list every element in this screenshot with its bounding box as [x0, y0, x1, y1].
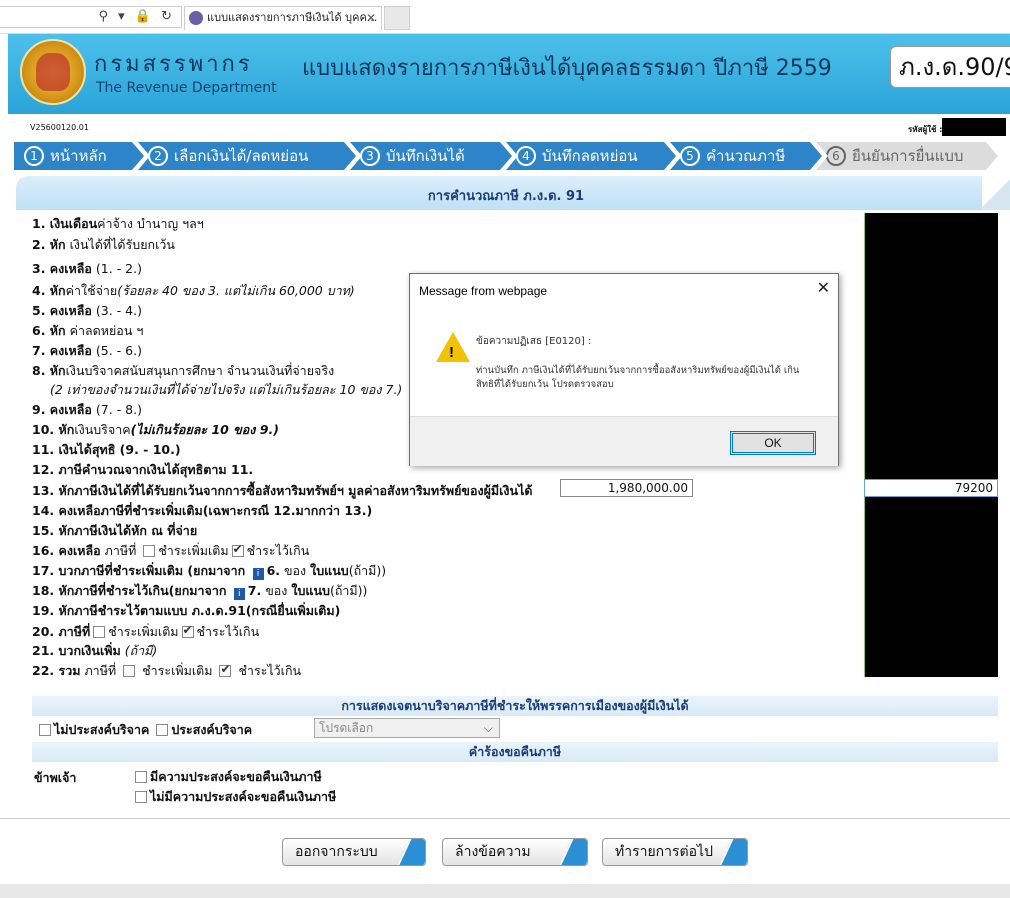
logout-button[interactable]: ออกจากระบบ	[282, 838, 426, 866]
item-22: 22. รวม ภาษีที่ ชำระเพิ่มเติม ชำระไว้เกิ…	[32, 661, 301, 681]
user-id-label: รหัสผู้ใช้ :	[908, 125, 943, 134]
form-code: ภ.ง.ด.90/9	[890, 46, 1010, 88]
info-icon[interactable]: i	[233, 588, 245, 600]
refund-label: ข้าพเจ้า	[34, 770, 77, 785]
step-navigation: 1 หน้าหลัก 2 เลือกเงินได้/ลดหย่อน 3 บันทึกเ…	[14, 142, 998, 170]
dialog-close-icon[interactable]: ✕	[817, 278, 830, 297]
item-16-additional-checkbox[interactable]	[143, 545, 156, 557]
item-18: 18. หักภาษีที่ชำระไว้เกิน(ยกมาจาก i 7. ขอ…	[32, 583, 368, 600]
department-name-thai: กรมสรรพากร	[94, 52, 253, 77]
form-title: แบบแสดงรายการภาษีเงินได้บุคคลธรรมดา ปีภา…	[302, 56, 832, 81]
item-19: 19. หักภาษีชำระไว้ตามแบบ ภ.ง.ด.91(กรณียื…	[32, 603, 341, 618]
page-fold-decoration	[982, 176, 1010, 210]
party-select[interactable]: โปรดเลือก ⌵	[314, 718, 500, 738]
item-13: 13. หักภาษีเงินได้ที่ได้รับยกเว้นจากการซ…	[32, 483, 533, 498]
step-home[interactable]: 1 หน้าหลัก	[14, 142, 144, 170]
item-6: 6. หัก ค่าลดหย่อน ฯ	[32, 323, 144, 338]
item-15: 15. หักภาษีเงินได้หัก ณ ที่จ่าย	[32, 523, 198, 538]
item-11: 11. เงินได้สุทธิ (9. - 10.)	[32, 442, 181, 457]
dialog-body: ! ข้อความปฏิเสธ [E0120] : ท่านบันทึก ภาษ…	[410, 308, 838, 416]
item-8: 8. หักเงินบริจาคสนับสนุนการศึกษา จำนวนเง…	[32, 363, 335, 378]
donate-label: ประสงค์บริจาค	[171, 722, 253, 737]
dialog-message: ท่านบันทึก ภาษีเงินได้ที่ได้รับยกเว้นจาก…	[476, 365, 800, 390]
item-17: 17. บวกภาษีที่ชำระเพิ่มเติม (ยกมาจาก i 6.…	[32, 563, 387, 580]
refund-yes-option[interactable]: มีความประสงค์จะขอคืนเงินภาษี	[132, 767, 322, 787]
item-13-value-field[interactable]: 79200	[864, 479, 998, 497]
item-4: 4. หักค่าใช้จ่าย(ร้อยละ 40 ของ 3. แต่ไม่…	[32, 283, 355, 298]
item-1: 1. เงินเดือนค่าจ้าง บำนาญ ฯลฯ	[32, 216, 204, 231]
refund-no-checkbox[interactable]	[135, 791, 147, 803]
item-20-additional-checkbox[interactable]	[93, 626, 106, 638]
footer-strip	[0, 884, 1010, 898]
item-20: 20. ภาษีที่ชำระเพิ่มเติมชำระไว้เกิน	[32, 622, 259, 642]
donate-checkbox[interactable]	[156, 724, 169, 736]
item-8-note: (2 เท่าของจำนวนเงินที่ได้จ่ายไปจริง แต่ไ…	[50, 382, 403, 397]
item-2: 2. หัก เงินได้ที่ได้รับยกเว้น	[32, 237, 175, 252]
refund-no-option[interactable]: ไม่มีความประสงค์จะขอคืนเงินภาษี	[132, 787, 336, 807]
item-20-overpaid-checkbox[interactable]	[181, 623, 194, 638]
no-donate-checkbox[interactable]	[39, 724, 51, 736]
item-22-additional-checkbox[interactable]	[123, 665, 136, 677]
item-16-overpaid-checkbox[interactable]	[231, 542, 244, 557]
section-title: การคำนวณภาษี ภ.ง.ด. 91	[427, 189, 585, 204]
donation-section-title: การแสดงเจตนาบริจาคภาษีที่ชำระให้พรรคการเ…	[32, 696, 998, 716]
dialog-ok-button[interactable]: OK	[730, 431, 816, 455]
warning-mark: !	[449, 344, 454, 361]
refund-section-title: คำร้องขอคืนภาษี	[32, 742, 998, 762]
donation-options: ไม่ประสงค์บริจาค ประสงค์บริจาค	[36, 720, 252, 740]
browser-chrome: ⚲ ▾ 🔒 ↻ แบบแสดงรายการภาษีเงินได้ บุคค...…	[0, 0, 1010, 34]
item-21: 21. บวกเงินเพิ่ม (ถ้ามี)	[32, 643, 158, 658]
property-value-input[interactable]: 1,980,000.00	[560, 479, 693, 497]
favicon-icon	[189, 11, 203, 25]
next-button[interactable]: ทำรายการต่อไป	[602, 838, 748, 866]
address-bar-icons[interactable]: ⚲ ▾ 🔒 ↻	[98, 9, 175, 24]
message-dialog: Message from webpage ✕ ! ข้อความปฏิเสธ […	[409, 273, 839, 466]
refund-yes-checkbox[interactable]	[135, 771, 147, 783]
tab-close-icon[interactable]: ✕	[366, 7, 376, 29]
value-column-redacted	[864, 213, 998, 677]
info-icon[interactable]: i	[252, 568, 264, 580]
department-name-english: The Revenue Department	[96, 80, 277, 96]
step-record-deduction[interactable]: 4 บันทึกลดหย่อน	[506, 142, 676, 170]
dialog-title: Message from webpage	[419, 284, 548, 298]
item-14: 14. คงเหลือภาษีที่ชำระเพิ่มเติม(เฉพาะกรณ…	[32, 503, 373, 518]
item-10: 10. หักเงินบริจาค(ไม่เกินร้อยละ 10 ของ 9…	[32, 422, 279, 437]
user-id-value-redacted	[942, 118, 1006, 136]
dialog-footer: OK	[410, 416, 838, 466]
item-12: 12. ภาษีคำนวณจากเงินได้สุทธิตาม 11.	[32, 462, 254, 477]
address-bar[interactable]: ⚲ ▾ 🔒 ↻	[0, 6, 182, 28]
step-select-income[interactable]: 2 เลือกเงินได้/ลดหย่อน	[138, 142, 356, 170]
item-16: 16. คงเหลือ ภาษีที่ ชำระเพิ่มเติมชำระไว้…	[32, 541, 309, 561]
item-22-overpaid-checkbox[interactable]	[219, 662, 232, 677]
item-7: 7. คงเหลือ (5. - 6.)	[32, 343, 142, 358]
item-3: 3. คงเหลือ (1. - 2.)	[32, 261, 142, 276]
tab-title: แบบแสดงรายการภาษีเงินได้ บุคค...	[207, 11, 378, 24]
no-donate-label: ไม่ประสงค์บริจาค	[54, 722, 150, 737]
item-9: 9. คงเหลือ (7. - 8.)	[32, 402, 142, 417]
revenue-department-logo-icon	[20, 39, 86, 105]
chevron-down-icon: ⌵	[483, 721, 493, 735]
step-calculate-tax[interactable]: 5 คำนวณภาษี	[670, 142, 822, 170]
section-header: การคำนวณภาษี ภ.ง.ด. 91	[16, 176, 1010, 210]
item-5: 5. คงเหลือ (3. - 4.)	[32, 303, 142, 318]
meta-row: V25600120.01 รหัสผู้ใช้ :	[8, 114, 1010, 140]
step-confirm-filing[interactable]: 6 ยืนยันการยื่นแบบ	[816, 142, 998, 170]
page-header: กรมสรรพากร The Revenue Department แบบแสด…	[8, 34, 1010, 114]
browser-tab[interactable]: แบบแสดงรายการภาษีเงินได้ บุคค... ✕	[184, 6, 382, 30]
new-tab-button[interactable]	[384, 6, 410, 30]
clear-button[interactable]: ล้างข้อความ	[442, 838, 588, 866]
dialog-error-code: ข้อความปฏิเสธ [E0120] :	[476, 336, 592, 347]
step-record-income[interactable]: 3 บันทึกเงินได้	[350, 142, 512, 170]
document-id: V25600120.01	[30, 123, 89, 132]
